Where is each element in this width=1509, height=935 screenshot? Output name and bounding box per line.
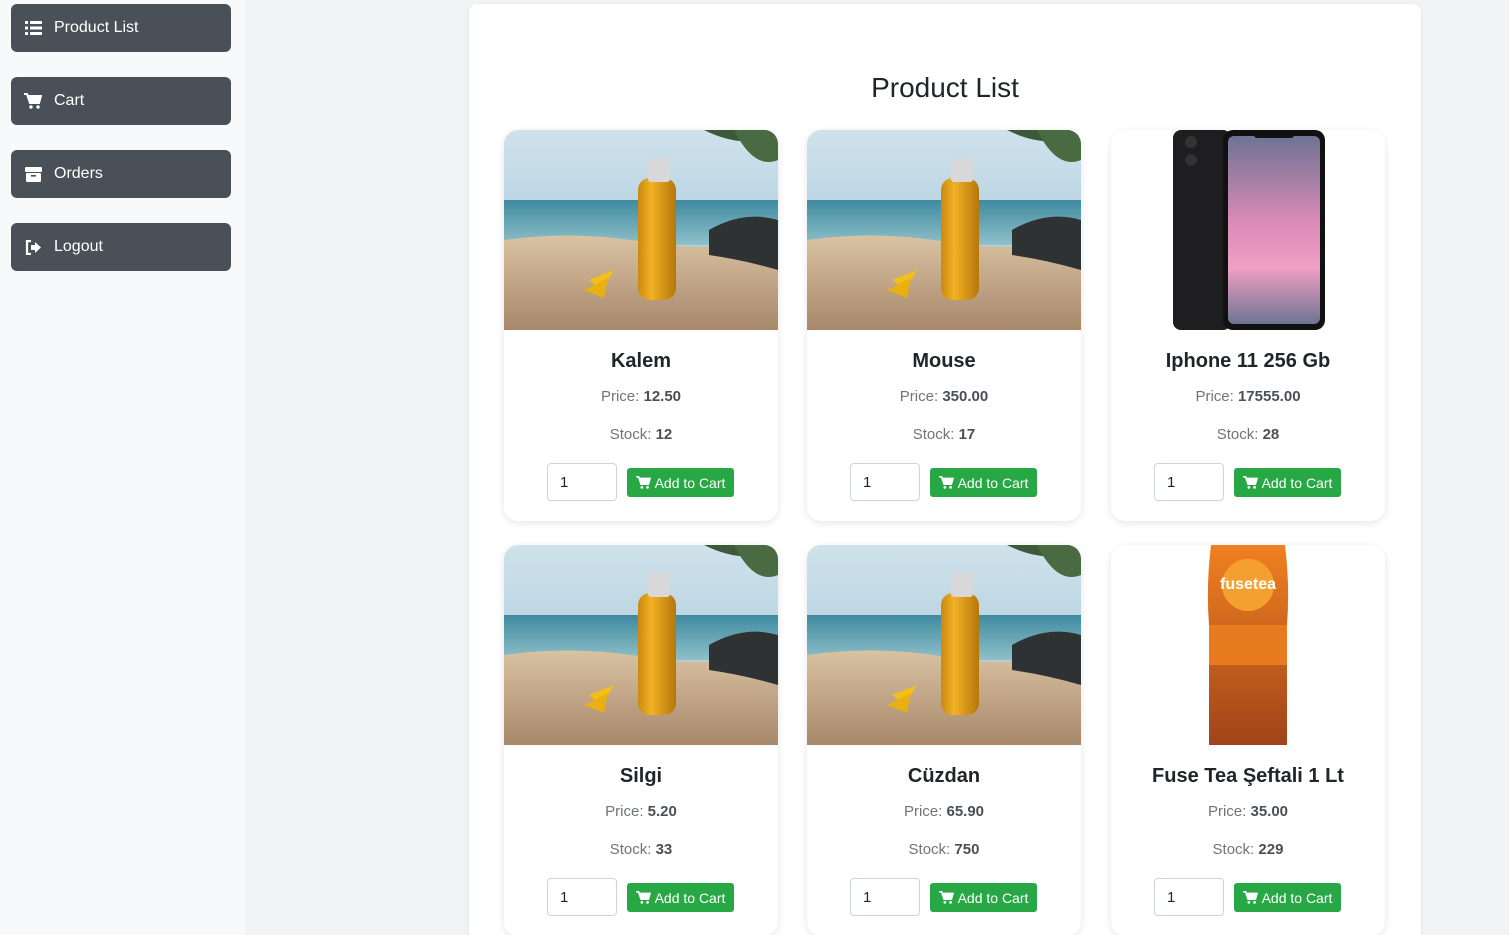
quantity-input[interactable] — [547, 463, 617, 501]
price-value: 35.00 — [1250, 803, 1289, 820]
product-card: Kalem Price: 12.50 Stock: 12 Add to Cart — [504, 130, 778, 521]
quantity-input[interactable] — [1154, 463, 1224, 501]
cart-icon — [635, 891, 651, 904]
stock-value: 750 — [954, 841, 980, 858]
quantity-input[interactable] — [850, 878, 920, 916]
stock-value: 17 — [958, 426, 976, 443]
product-name: Fuse Tea Şeftali 1 Lt — [1152, 765, 1344, 787]
product-price: Price: 17555.00 — [1195, 388, 1301, 405]
sidebar-item-product-list[interactable]: Product List — [11, 4, 231, 52]
add-to-cart-button[interactable]: Add to Cart — [1234, 883, 1341, 912]
product-card: Silgi Price: 5.20 Stock: 33 Add to Cart — [504, 545, 778, 935]
sidebar: Product List Cart Orders Logout — [0, 0, 246, 935]
stock-value: 28 — [1262, 426, 1280, 443]
price-value: 350.00 — [942, 388, 989, 405]
product-name: Cüzdan — [907, 765, 981, 787]
sidebar-item-logout[interactable]: Logout — [11, 223, 231, 271]
product-price: Price: 5.20 — [605, 803, 677, 820]
product-card: Mouse Price: 350.00 Stock: 17 Add to Cart — [807, 130, 1081, 521]
product-price: Price: 65.90 — [903, 803, 985, 820]
quantity-input[interactable] — [547, 878, 617, 916]
product-price: Price: 12.50 — [600, 388, 682, 405]
quantity-input[interactable] — [1154, 878, 1224, 916]
stock-value: 229 — [1258, 841, 1284, 858]
logout-icon — [24, 238, 42, 256]
price-value: 65.90 — [946, 803, 985, 820]
product-stock: Stock: 28 — [1216, 426, 1280, 443]
product-image — [504, 130, 778, 330]
sidebar-item-orders[interactable]: Orders — [11, 150, 231, 198]
product-card: Fuse Tea Şeftali 1 Lt Price: 35.00 Stock: … — [1111, 545, 1385, 935]
product-image — [1111, 130, 1385, 330]
product-image — [807, 130, 1081, 330]
sidebar-item-cart[interactable]: Cart — [11, 77, 231, 125]
product-price: Price: 35.00 — [1207, 803, 1289, 820]
sidebar-item-label: Orders — [54, 165, 103, 182]
product-price: Price: 350.00 — [899, 388, 989, 405]
sidebar-item-label: Logout — [54, 238, 103, 255]
product-card: Cüzdan Price: 65.90 Stock: 750 Add to Cart — [807, 545, 1081, 935]
cart-icon — [1242, 891, 1258, 904]
product-stock: Stock: 750 — [908, 841, 980, 858]
list-icon — [24, 19, 42, 37]
product-stock: Stock: 229 — [1212, 841, 1284, 858]
product-image — [1111, 545, 1385, 745]
product-name: Mouse — [912, 350, 976, 372]
price-value: 17555.00 — [1237, 388, 1301, 405]
add-to-cart-button[interactable]: Add to Cart — [627, 883, 734, 912]
add-to-cart-button[interactable]: Add to Cart — [627, 468, 734, 497]
sidebar-item-label: Cart — [54, 92, 85, 109]
add-to-cart-button[interactable]: Add to Cart — [930, 468, 1037, 497]
cart-icon — [1242, 476, 1258, 489]
quantity-input[interactable] — [850, 463, 920, 501]
product-card: Iphone 11 256 Gb Price: 17555.00 Stock: 28… — [1111, 130, 1385, 521]
add-to-cart-button[interactable]: Add to Cart — [930, 883, 1037, 912]
box-icon — [24, 165, 42, 183]
price-value: 12.50 — [643, 388, 682, 405]
product-name: Iphone 11 256 Gb — [1165, 350, 1331, 372]
product-image — [504, 545, 778, 745]
product-name: Silgi — [619, 765, 663, 787]
add-to-cart-button[interactable]: Add to Cart — [1234, 468, 1341, 497]
cart-icon — [938, 476, 954, 489]
product-stock: Stock: 12 — [609, 426, 673, 443]
price-value: 5.20 — [647, 803, 677, 820]
stock-value: 12 — [655, 426, 673, 443]
product-stock: Stock: 17 — [912, 426, 976, 443]
product-name: Kalem — [610, 350, 672, 372]
sidebar-item-label: Product List — [54, 19, 139, 36]
product-image — [807, 545, 1081, 745]
stock-value: 33 — [655, 841, 673, 858]
cart-icon — [24, 92, 42, 110]
cart-icon — [938, 891, 954, 904]
product-stock: Stock: 33 — [609, 841, 673, 858]
cart-icon — [635, 476, 651, 489]
page-title: Product List — [871, 72, 1019, 103]
